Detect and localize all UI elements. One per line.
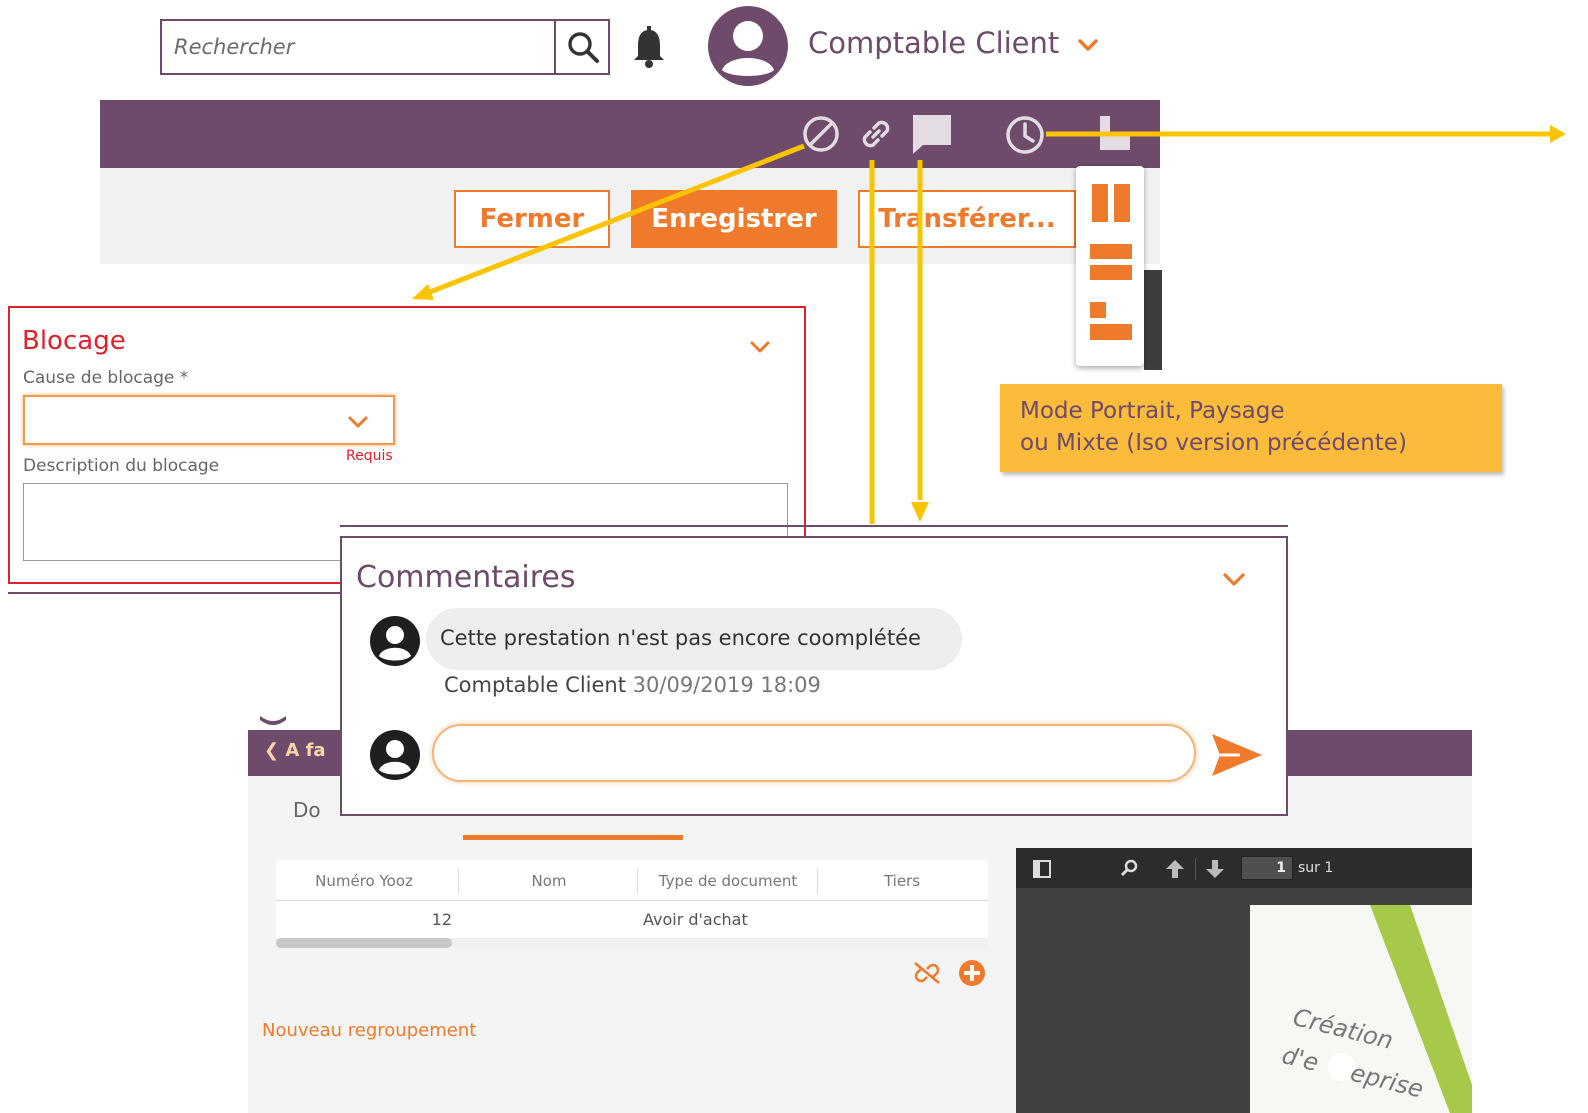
- annotation-arrows: [412, 125, 1566, 524]
